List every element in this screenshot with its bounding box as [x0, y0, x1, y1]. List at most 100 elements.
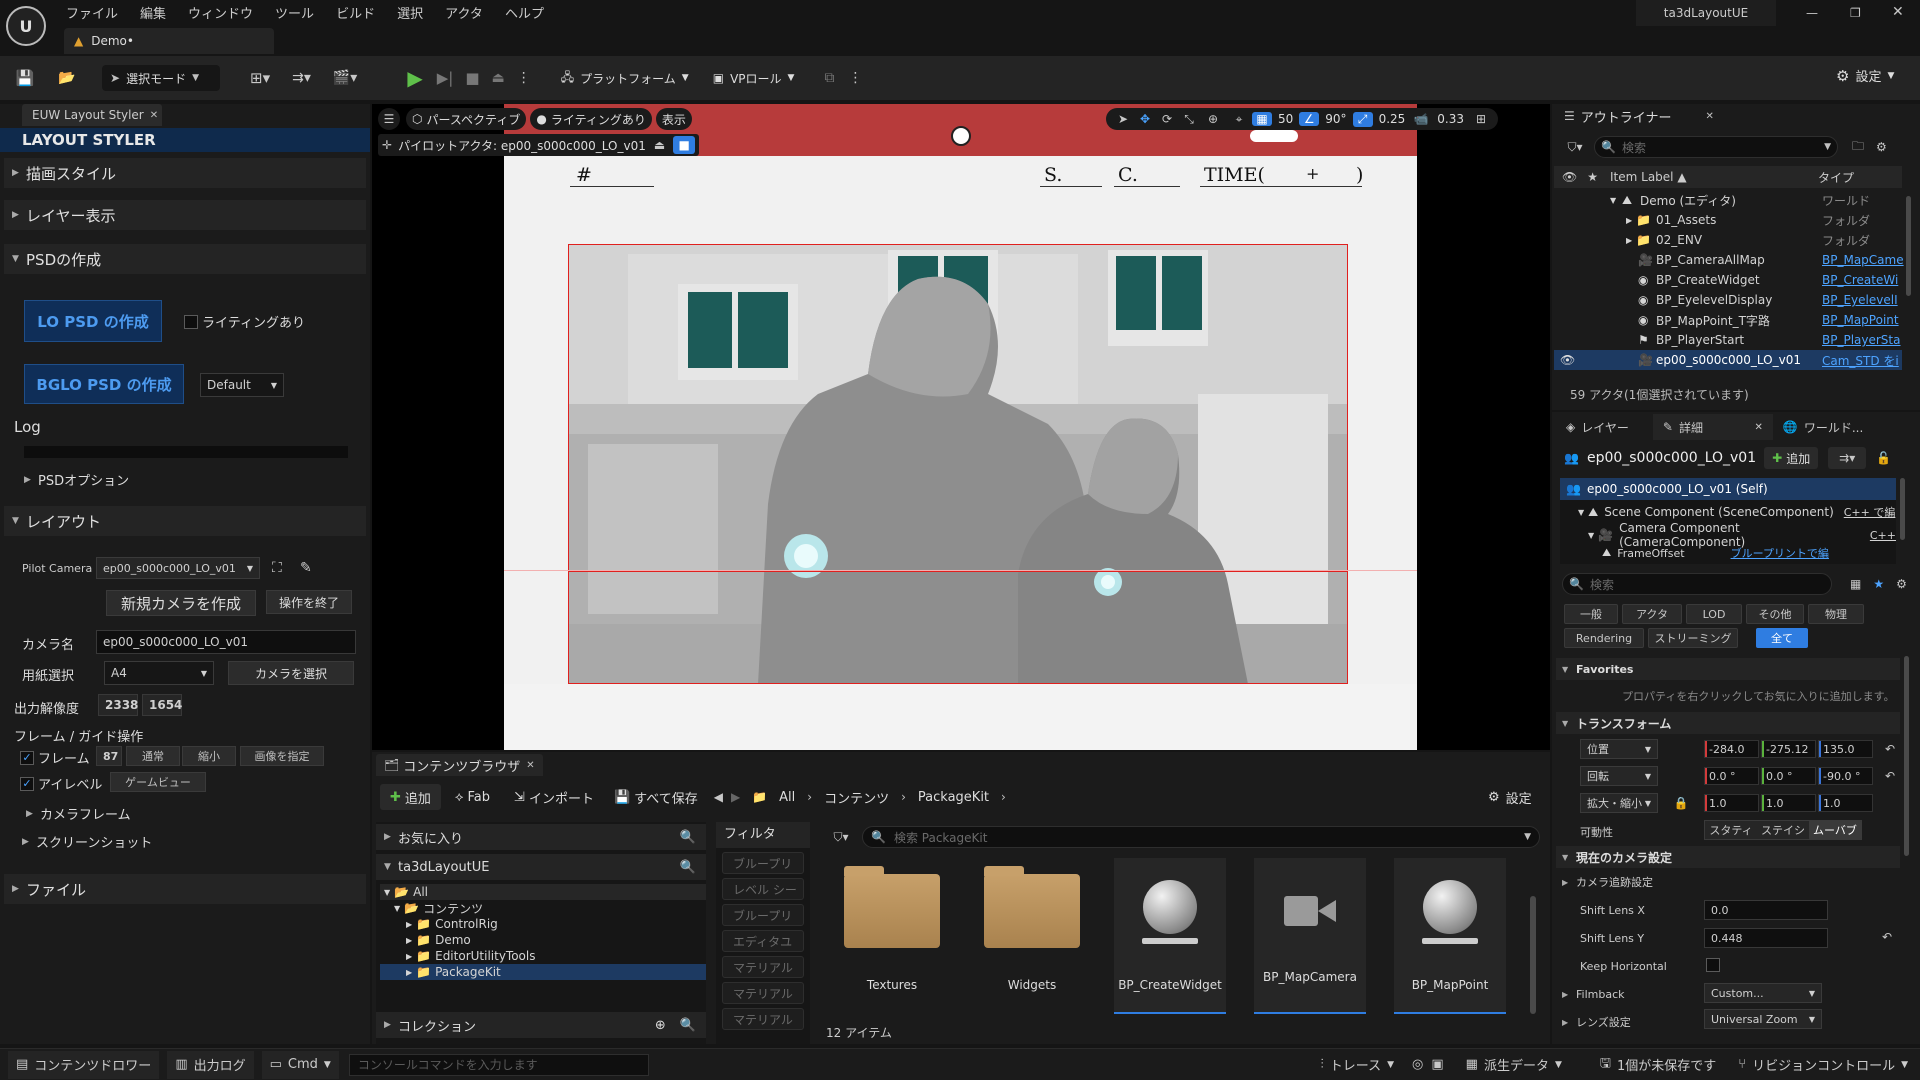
- hamburger-icon[interactable]: ☰: [378, 108, 400, 130]
- layout-icon[interactable]: ⊞: [1470, 112, 1492, 126]
- outliner-row-actor[interactable]: ◉ BP_CreateWidget BP_CreateWi: [1554, 270, 1902, 290]
- vcam-icon[interactable]: ⧉: [824, 70, 834, 86]
- filter-tag[interactable]: ブループリ: [722, 852, 804, 874]
- mobility-static[interactable]: スタティ: [1705, 820, 1757, 840]
- filter-chip-rendering[interactable]: Rendering: [1564, 628, 1644, 648]
- move-tool-icon[interactable]: ✥: [1134, 112, 1156, 126]
- col-item-label[interactable]: Item Label ▲: [1610, 170, 1687, 184]
- surface-snap-icon[interactable]: ⌖: [1226, 112, 1252, 127]
- revision-control-button[interactable]: ⑂ リビジョンコントロール ▼: [1738, 1055, 1908, 1074]
- frame-value-field[interactable]: 87: [96, 746, 122, 766]
- new-camera-button[interactable]: 新規カメラを作成: [106, 590, 256, 616]
- eye-icon[interactable]: 👁: [1560, 353, 1575, 367]
- shrink-button[interactable]: 縮小: [182, 746, 236, 766]
- menu-build[interactable]: ビルド: [336, 3, 375, 22]
- outliner-type-link[interactable]: BP_MapPoint: [1822, 313, 1899, 327]
- close-icon[interactable]: ✕: [1706, 111, 1714, 122]
- camera-frame-row[interactable]: ▶ カメラフレーム: [26, 804, 131, 823]
- grid-snap-value[interactable]: 50: [1278, 112, 1293, 126]
- col-type[interactable]: タイプ: [1818, 169, 1854, 186]
- outliner-row-actor[interactable]: ◉ BP_MapPoint_T字路 BP_MapPoint: [1554, 310, 1902, 330]
- eyedropper-icon[interactable]: ✎: [300, 560, 312, 576]
- transform-section[interactable]: ▼ トランスフォーム: [1556, 712, 1900, 734]
- perspective-button[interactable]: ⬡ パースペクティブ: [406, 108, 527, 130]
- angle-snap-icon[interactable]: ∠: [1299, 112, 1320, 126]
- content-browser-tab[interactable]: 🗂 コンテンツブラウザ ✕: [376, 754, 543, 776]
- select-camera-button[interactable]: カメラを選択: [228, 661, 354, 685]
- vp-role-button[interactable]: ▣ VPロール ▼: [713, 70, 795, 87]
- world-icon[interactable]: ⊕: [1200, 112, 1226, 126]
- tab-layers[interactable]: ◈ レイヤー: [1556, 414, 1639, 440]
- lock-icon[interactable]: 🔓: [1876, 451, 1891, 465]
- content-settings-button[interactable]: ⚙ 設定: [1488, 788, 1532, 807]
- asset-tile[interactable]: BP_CreateWidget: [1114, 858, 1226, 1014]
- menu-tools[interactable]: ツール: [275, 3, 314, 22]
- specify-image-button[interactable]: 画像を指定: [240, 746, 324, 766]
- outliner-type-link[interactable]: BP_MapCame: [1822, 253, 1904, 267]
- filter-chip-actor[interactable]: アクタ: [1622, 604, 1682, 624]
- reset-icon[interactable]: ↶: [1885, 742, 1895, 756]
- rotation-y-field[interactable]: 0.0 °: [1761, 767, 1816, 785]
- outliner-search-box[interactable]: 🔍 検索 ▼: [1594, 136, 1838, 158]
- menu-file[interactable]: ファイル: [66, 3, 118, 22]
- location-select[interactable]: 位置 ▼: [1580, 739, 1658, 759]
- outliner-type-link[interactable]: BP_PlayerSta: [1822, 333, 1901, 347]
- favorites-header[interactable]: ▶ お気に入り 🔍: [376, 824, 706, 850]
- filter-tag[interactable]: レベル シー: [722, 878, 804, 900]
- component-scene-link[interactable]: C++ で編: [1844, 504, 1896, 520]
- section-layout[interactable]: ▼ レイアウト: [4, 506, 366, 536]
- level-tab[interactable]: ▲ Demo•: [64, 28, 274, 54]
- component-frame-offset[interactable]: ⛰ FrameOffset ブループリントで編: [1560, 546, 1896, 560]
- psd-options-row[interactable]: ▶ PSDオプション: [24, 470, 129, 489]
- search-icon[interactable]: 🔍: [680, 860, 696, 875]
- tab-details[interactable]: ✎ 詳細 ✕: [1652, 414, 1773, 440]
- scale-snap-value[interactable]: 0.25: [1379, 112, 1406, 126]
- outliner-row-actor[interactable]: 🎥 BP_CameraAllMap BP_MapCame: [1554, 250, 1904, 270]
- derived-data-button[interactable]: ▦ 派生データ ▼: [1466, 1055, 1562, 1074]
- filter-chip-lod[interactable]: LOD: [1686, 604, 1742, 624]
- filter-tag[interactable]: マテリアル: [722, 956, 804, 978]
- filter-icon[interactable]: ⛉▾: [824, 830, 858, 845]
- forward-icon[interactable]: ▶: [731, 790, 740, 804]
- select-mode-button[interactable]: ➤ 選択モード ▼: [102, 65, 220, 91]
- section-file[interactable]: ▶ ファイル: [4, 874, 366, 904]
- camera-name-field[interactable]: ep00_s000c000_LO_v01: [96, 630, 356, 654]
- tree-item-controlrig[interactable]: ▶ 📁 ControlRig: [380, 916, 706, 932]
- camera-lock-icon[interactable]: ■: [673, 136, 696, 154]
- eject-icon[interactable]: ⏏: [492, 70, 505, 86]
- unsaved-button[interactable]: 🖫 1個が未保存です: [1600, 1054, 1716, 1076]
- lock-icon[interactable]: 🔒: [1658, 796, 1704, 810]
- tree-item-demo[interactable]: ▶ 📁 Demo: [380, 932, 706, 948]
- menu-edit[interactable]: 編集: [140, 3, 166, 22]
- details-scrollbar[interactable]: [1904, 656, 1909, 856]
- grid-snap-icon[interactable]: ▦: [1252, 112, 1272, 126]
- content-add-button[interactable]: ✚ 追加: [380, 784, 441, 810]
- import-button[interactable]: ⇲ インポート: [514, 788, 594, 807]
- outliner-type-link[interactable]: BP_CreateWi: [1822, 273, 1898, 287]
- component-camera[interactable]: ▼ 🎥 Camera Component (CameraComponent) C++: [1560, 521, 1896, 549]
- unreal-logo-icon[interactable]: U: [6, 6, 46, 46]
- resolution-height-field[interactable]: 1654: [142, 694, 182, 716]
- filter-chip-general[interactable]: 一般: [1564, 604, 1618, 624]
- lens-settings-row[interactable]: ▶ レンズ設定: [1562, 1014, 1631, 1030]
- screenshot-row[interactable]: ▶ スクリーンショット: [22, 832, 152, 851]
- location-z-field[interactable]: 135.0: [1818, 740, 1873, 758]
- breadcrumb-content[interactable]: コンテンツ: [824, 788, 889, 807]
- settings-button[interactable]: ⚙ 設定 ▼: [1836, 66, 1894, 86]
- snapshot-icon[interactable]: ▣: [1431, 1057, 1443, 1072]
- eyelevel-check-box[interactable]: ✓: [20, 776, 34, 791]
- play-icon[interactable]: ▶: [407, 66, 422, 90]
- angle-snap-value[interactable]: 90°: [1325, 112, 1346, 126]
- shift-lens-y-field[interactable]: 0.448: [1704, 928, 1828, 948]
- filmback-row[interactable]: ▶ Filmback: [1562, 988, 1625, 1001]
- details-search-box[interactable]: 🔍 検索: [1562, 573, 1832, 595]
- filmback-select[interactable]: Custom... ▼: [1704, 983, 1822, 1003]
- tree-item-content[interactable]: ▼ 📂 コンテンツ: [380, 900, 706, 916]
- asset-tile[interactable]: BP_MapPoint: [1394, 858, 1506, 1014]
- rotate-tool-icon[interactable]: ⟳: [1156, 112, 1178, 126]
- scale-select[interactable]: 拡大・縮小 ▼: [1580, 793, 1658, 813]
- scale-tool-icon[interactable]: ⤡: [1178, 112, 1200, 127]
- stop-icon[interactable]: ■: [465, 69, 479, 87]
- pilot-camera-select[interactable]: ep00_s000c000_LO_v01 ▼: [96, 557, 260, 579]
- rotation-z-field[interactable]: -90.0 °: [1818, 767, 1873, 785]
